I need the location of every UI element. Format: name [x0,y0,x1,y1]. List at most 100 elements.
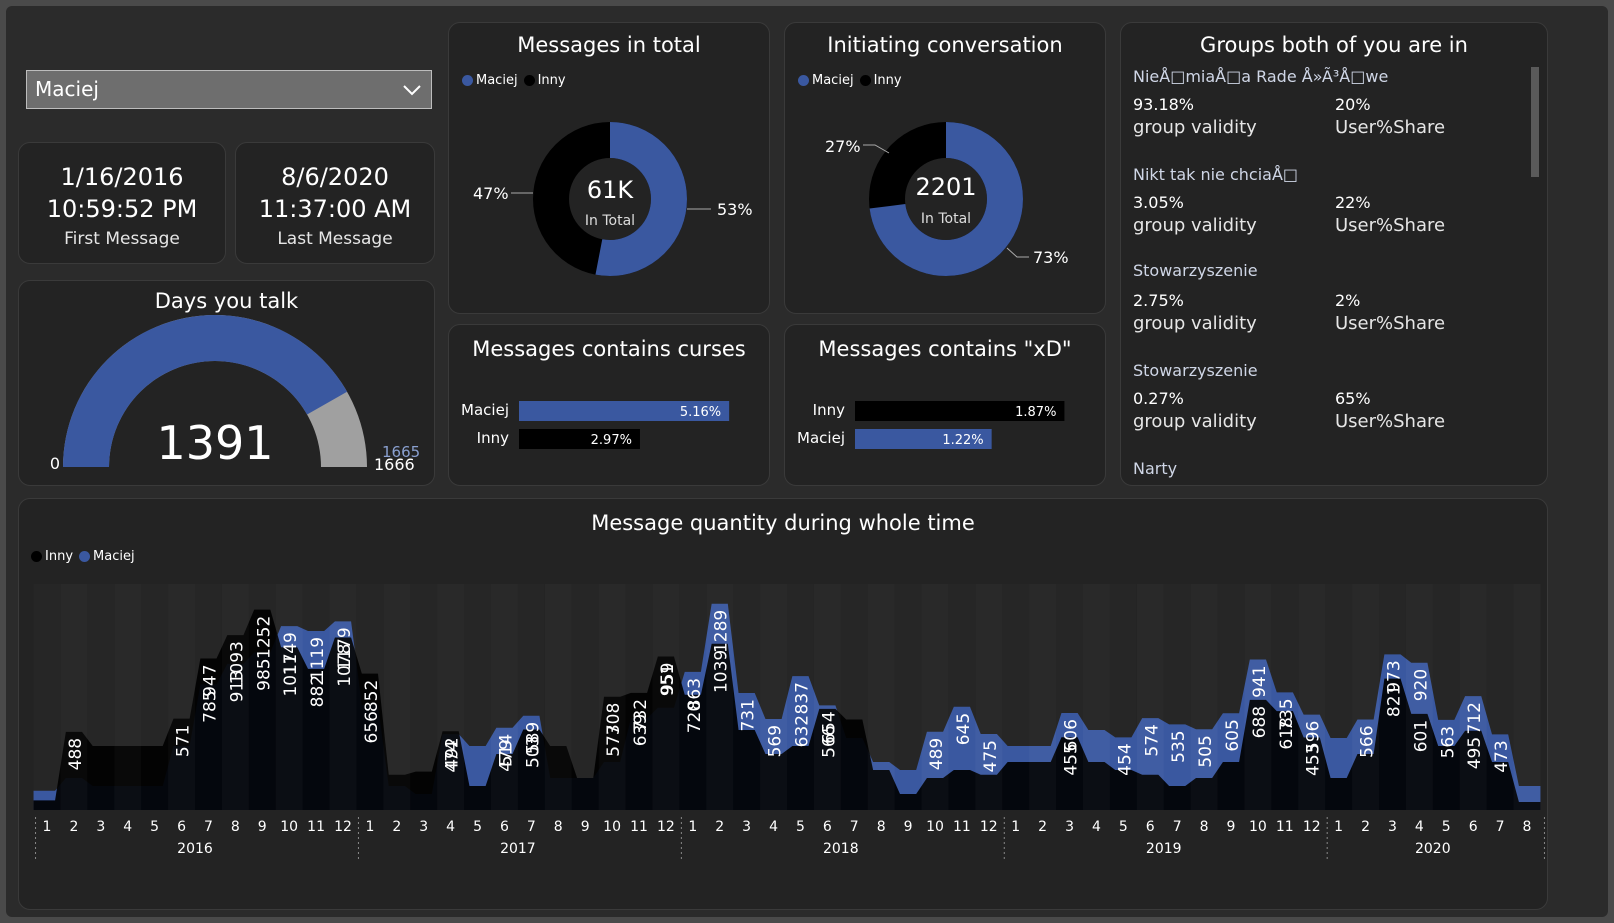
x-tick-label: 7 [1496,819,1505,835]
x-tick-label: 8 [877,819,886,835]
gauge-min: 0 [50,454,60,473]
x-tick-label: 4 [1415,819,1424,835]
groups-title: Groups both of you are in [1200,33,1468,57]
point-data-label: 563 [1438,726,1458,758]
group-share-label: User%Share [1335,313,1446,334]
point-data-label: 474 [443,740,463,772]
point-data-label: 1078 [335,644,355,687]
x-tick-label: 6 [1146,819,1155,835]
group-validity-label: group validity [1133,117,1257,138]
point-data-label: 852 [362,680,382,712]
group-validity-value: 3.05% [1133,193,1184,212]
point-data-label: 951 [658,664,678,696]
x-tick-label: 3 [1065,819,1074,835]
first-message-card: 1/16/2016 10:59:52 PM First Message [18,142,226,264]
bar-data-label: 2.97% [591,433,632,448]
x-tick-label: 3 [742,819,751,835]
month-shade [760,584,787,810]
x-tick-label: 4 [1092,819,1101,835]
curses-bar-chart: Maciej 5.16% Inny 2.97% [461,401,730,449]
month-shade [1514,584,1541,810]
donut-center-value: 2201 [915,173,976,201]
x-tick-label: 3 [1388,819,1397,835]
point-data-label: 1119 [308,637,328,680]
donut-center-label: In Total [585,213,635,229]
month-shade [1083,584,1110,810]
donut-center-label: In Total [921,211,971,227]
point-data-label: 475 [981,740,1001,772]
month-shade [1460,584,1487,810]
x-tick-label: 7 [850,819,859,835]
x-year-label: 2019 [1146,841,1182,857]
point-data-label: 985 [254,658,274,690]
x-tick-label: 9 [1227,819,1236,835]
point-data-label: 573 [604,724,624,756]
x-tick-label: 5 [473,819,482,835]
x-tick-label: 4 [446,819,455,835]
x-tick-label: 9 [581,819,590,835]
point-data-label: 571 [174,725,194,757]
month-shade [114,584,141,810]
point-data-label: 720 [685,701,705,733]
x-tick-label: 8 [231,819,240,835]
group-validity-value: 2.75% [1133,291,1184,310]
x-tick-label: 2 [1361,819,1370,835]
month-stripe [33,584,61,810]
month-shade [1137,584,1164,810]
x-tick-label: 8 [554,819,563,835]
x-tick-label: 12 [334,819,352,835]
xd-bar-chart: Inny 1.87% Maciej 1.22% [797,401,1065,449]
timeline-card: Message quantity during whole time Inny … [18,498,1548,910]
month-shade [491,584,518,810]
bar-category-label: Inny [813,401,845,419]
group-share-value: 2% [1335,291,1361,310]
point-data-label: 1017 [281,653,301,696]
pct-maciej: 73% [1033,248,1069,267]
groups-list[interactable]: NieÅ□miaÅ□a Rade Å»Ã³Å□we 93.18% 20% gro… [1121,63,1531,481]
x-tick-label: 8 [1523,819,1532,835]
point-data-label: 882 [308,675,328,707]
group-name: NieÅ□miaÅ□a Rade Å»Ã³Å□we [1133,67,1389,86]
first-message-label: First Message [64,229,180,249]
month-shade [1352,584,1379,810]
group-name: Stowarzyszenie [1133,261,1258,280]
x-tick-label: 7 [527,819,536,835]
dropdown-value: Maciej [35,77,99,101]
last-message-label: Last Message [277,229,393,249]
x-tick-label: 10 [280,819,298,835]
point-data-label: 605 [1223,719,1243,751]
gauge-value: 1391 [156,416,273,470]
x-tick-label: 5 [796,819,805,835]
point-data-label: 645 [954,713,974,745]
month-shade [814,584,841,810]
x-tick-label: 1 [365,819,374,835]
month-shade [168,584,195,810]
x-tick-label: 4 [123,819,132,835]
x-tick-label: 11 [307,819,325,835]
group-name: Stowarzyszenie [1133,361,1258,380]
report-canvas: Maciej 1/16/2016 10:59:52 PM First Messa… [6,6,1608,917]
point-data-label: 632 [792,715,812,747]
last-message-time: 11:37:00 AM [258,195,412,223]
groups-scrollbar[interactable] [1531,67,1539,177]
group-share-value: 22% [1335,193,1371,212]
x-tick-label: 7 [204,819,213,835]
x-tick-label: 11 [1276,819,1294,835]
pct-maciej: 53% [717,200,753,219]
initiating-donut: 2201 In Total 27% 73% [825,122,1069,276]
month-shade [868,584,895,810]
point-data-label: 837 [792,682,812,714]
bar-data-label: 5.16% [680,405,721,420]
point-data-label: 712 [1465,702,1485,734]
point-data-label: 495 [1465,737,1485,769]
month-shade [599,584,626,810]
person-dropdown[interactable]: Maciej [26,70,432,109]
donut-center-value: 61K [587,176,635,204]
days-gauge: 1391 0 1665 1666 [50,315,420,474]
point-data-label: 1039 [712,650,732,693]
x-tick-label: 2 [69,819,78,835]
point-data-label: 656 [362,711,382,743]
point-data-label: 574 [1142,724,1162,756]
point-data-label: 505 [1196,735,1216,767]
point-data-label: 566 [1358,725,1378,757]
